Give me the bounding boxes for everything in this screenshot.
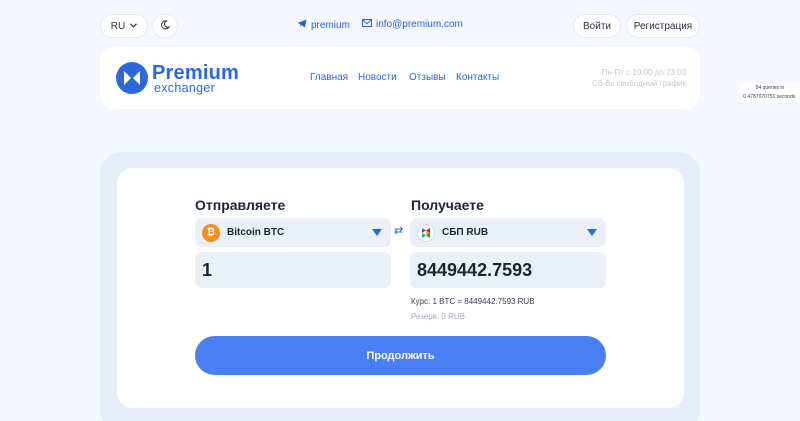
caret-down-icon: [587, 229, 597, 236]
send-amount-input[interactable]: 1: [195, 252, 391, 288]
debug-info: 54 queries in 0.4787070751 seconds.: [740, 83, 800, 103]
receive-currency-select[interactable]: СБП RUB: [410, 218, 606, 247]
logo-icon[interactable]: [116, 62, 148, 94]
debug-time: 0.4787070751 seconds.: [743, 94, 797, 100]
telegram-link[interactable]: premium: [297, 19, 350, 31]
send-title: Отправляете: [195, 197, 286, 213]
receive-amount-input[interactable]: 8449442.7593: [410, 252, 606, 288]
theme-toggle-button[interactable]: [152, 14, 178, 38]
nav-news-link[interactable]: Новости: [358, 72, 397, 83]
receive-title: Получаете: [411, 197, 484, 213]
top-bar: RU premium info@premium.com Войти Регист…: [0, 0, 800, 50]
working-hours: Пн-Пт с 10:00 до 23:00 Сб-Вс свободный г…: [566, 67, 686, 89]
logo-subtitle: exchanger: [154, 81, 216, 95]
language-label: RU: [110, 20, 126, 32]
mail-icon: [362, 19, 372, 30]
site-header: Premium exchanger Главная Новости Отзывы…: [100, 47, 700, 109]
moon-icon: [160, 19, 171, 33]
nav-home-link[interactable]: Главная: [310, 72, 348, 83]
email-label: info@premium.com: [376, 19, 463, 30]
nav-contacts-link[interactable]: Контакты: [456, 72, 499, 83]
send-currency-label: Bitcoin BTC: [227, 227, 285, 238]
hours-weekend: Сб-Вс свободный график: [592, 79, 686, 88]
sbp-icon: [417, 223, 435, 242]
exchange-rate: Курс: 1 BTC = 8449442.7593 RUB: [411, 297, 535, 306]
login-button[interactable]: Войти: [573, 14, 621, 38]
language-selector[interactable]: RU: [100, 14, 148, 38]
caret-down-icon: [372, 229, 382, 236]
email-link[interactable]: info@premium.com: [362, 19, 463, 30]
swap-icon[interactable]: ⇄: [394, 224, 403, 237]
bitcoin-icon: ₿: [202, 223, 220, 242]
nav-reviews-link[interactable]: Отзывы: [409, 72, 446, 83]
telegram-label: premium: [311, 19, 350, 31]
debug-queries: 54 queries in: [755, 85, 785, 91]
send-currency-select[interactable]: ₿ Bitcoin BTC: [195, 218, 391, 247]
telegram-icon: [297, 19, 307, 31]
hours-weekdays: Пн-Пт с 10:00 до 23:00: [601, 68, 686, 77]
reserve-amount: Резерв: 0 RUB: [411, 312, 465, 321]
register-button[interactable]: Регистрация: [626, 14, 700, 38]
chevron-down-icon: [130, 22, 138, 30]
receive-currency-label: СБП RUB: [442, 227, 489, 238]
continue-button[interactable]: Продолжить: [195, 336, 606, 375]
